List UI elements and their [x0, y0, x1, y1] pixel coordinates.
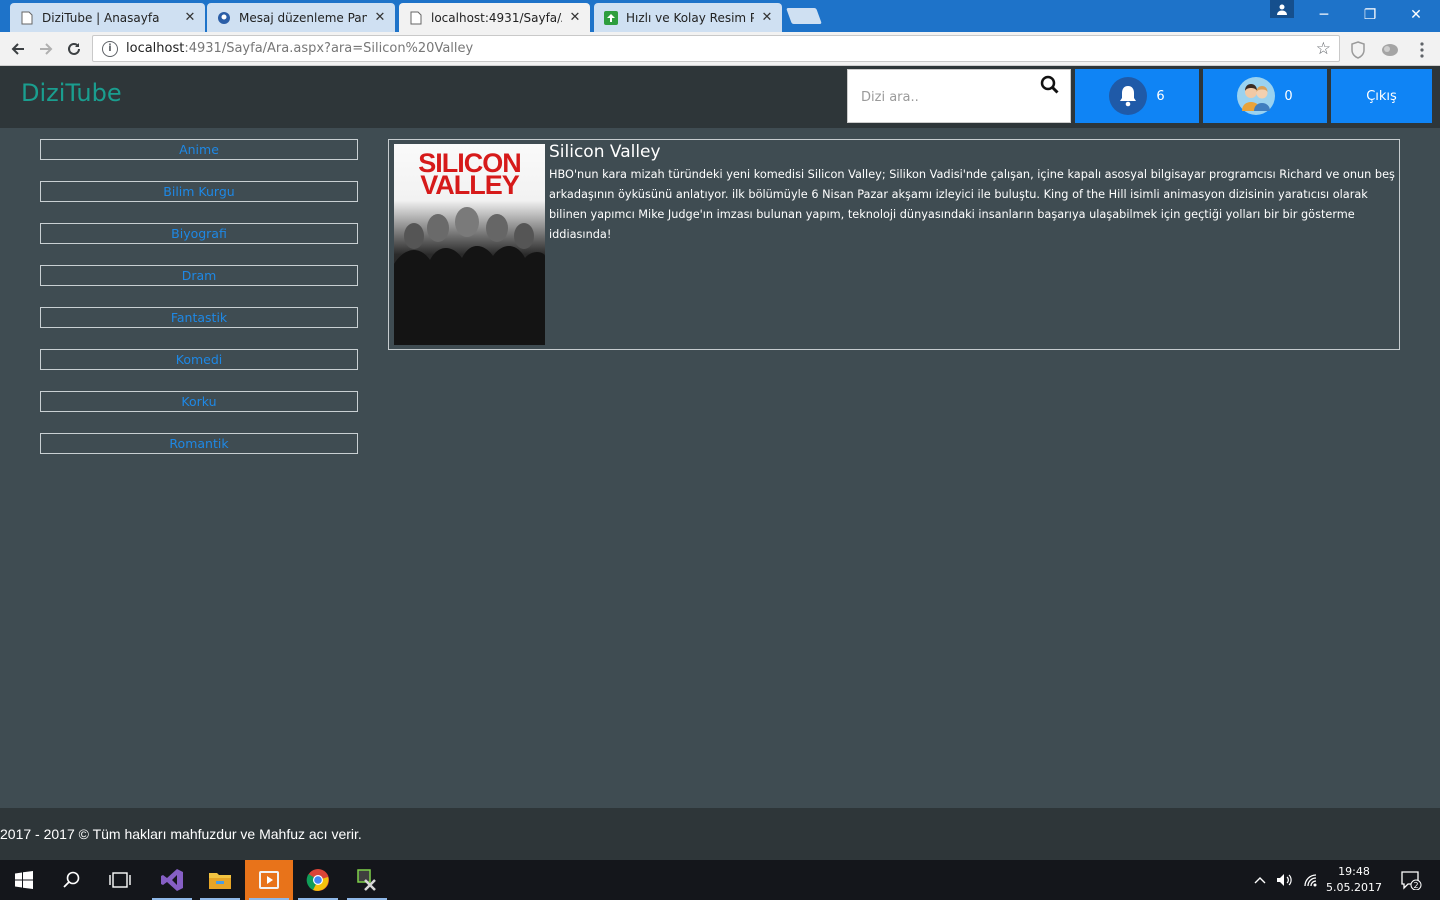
page-icon [20, 11, 34, 25]
visual-studio-icon[interactable] [148, 860, 196, 900]
tab-dizitube-home[interactable]: DiziTube | Anasayfa ✕ [10, 3, 205, 32]
result-description: HBO'nun kara mizah türündeki yeni komedi… [549, 168, 1395, 241]
tab-title: localhost:4931/Sayfa/Ara [431, 10, 562, 25]
clock-date: 5.05.2017 [1326, 881, 1382, 894]
chevron-up-icon[interactable] [1250, 860, 1270, 900]
url-host: localhost [126, 41, 185, 56]
shield-extension-icon[interactable] [1349, 41, 1367, 59]
category-bilim-kurgu[interactable]: Bilim Kurgu [40, 181, 358, 202]
tab-search-page[interactable]: localhost:4931/Sayfa/Ara ✕ [399, 3, 590, 32]
browser-toolbar: i localhost:4931/Sayfa/Ara.aspx?ara=Sili… [0, 32, 1440, 66]
bell-icon [1109, 77, 1148, 115]
messages-count: 0 [1284, 88, 1293, 104]
taskbar-clock[interactable]: 19:48 5.05.2017 [1324, 864, 1384, 896]
url-path: :4931/Sayfa/Ara.aspx?ara=Silicon%20Valle… [184, 41, 474, 56]
tab-title: DiziTube | Anasayfa [42, 10, 160, 25]
category-korku[interactable]: Korku [40, 391, 358, 412]
users-icon [1237, 77, 1276, 115]
network-icon[interactable] [1300, 860, 1322, 900]
site-footer: 2017 - 2017 © Tüm hakları mahfuzdur ve M… [0, 808, 1440, 860]
new-tab-button[interactable] [786, 8, 822, 24]
search-icon[interactable] [1039, 74, 1061, 96]
reload-icon[interactable] [62, 37, 86, 61]
action-center-icon[interactable]: 2 [1394, 860, 1428, 900]
bookmark-star-icon[interactable]: ☆ [1316, 39, 1331, 59]
clock-time: 19:48 [1338, 865, 1370, 878]
extension-icon[interactable] [1381, 41, 1399, 59]
volume-icon[interactable] [1274, 860, 1296, 900]
windows-start-icon[interactable] [0, 860, 48, 900]
task-view-icon[interactable] [96, 860, 144, 900]
search-input[interactable] [861, 87, 1031, 107]
profile-icon[interactable] [1270, 0, 1294, 18]
category-komedi[interactable]: Komedi [40, 349, 358, 370]
menu-dots-icon[interactable] [1413, 41, 1431, 59]
tab-title: Hızlı ve Kolay Resim Payl [626, 10, 754, 25]
back-icon[interactable] [6, 37, 30, 61]
tab-title: Mesaj düzenleme Paneli [239, 10, 367, 25]
media-player-icon[interactable] [245, 860, 293, 900]
category-biyografi[interactable]: Biyografi [40, 223, 358, 244]
search-result-card: SILICON VALLEY Silicon Valley HBO'nun ka… [388, 139, 1400, 350]
action-center-count: 2 [1413, 881, 1418, 890]
close-icon[interactable]: ✕ [373, 10, 387, 25]
category-dram[interactable]: Dram [40, 265, 358, 286]
cast-photo-illustration [394, 207, 545, 345]
forum-icon [217, 11, 231, 25]
close-icon[interactable]: ✕ [183, 10, 197, 25]
series-poster[interactable]: SILICON VALLEY [394, 144, 545, 345]
file-explorer-icon[interactable] [196, 860, 244, 900]
address-bar[interactable]: i localhost:4931/Sayfa/Ara.aspx?ara=Sili… [92, 35, 1340, 62]
close-window-button[interactable]: ✕ [1393, 0, 1439, 30]
upload-icon [604, 10, 618, 25]
dev-tools-icon[interactable] [343, 860, 391, 900]
search-box [847, 69, 1071, 123]
tab-image-share[interactable]: Hızlı ve Kolay Resim Payl ✕ [594, 3, 782, 32]
forward-icon[interactable] [34, 37, 58, 61]
category-anime[interactable]: Anime [40, 139, 358, 160]
category-romantik[interactable]: Romantik [40, 433, 358, 454]
restore-button[interactable]: ❐ [1347, 0, 1393, 30]
logout-button[interactable]: Çıkış [1331, 69, 1432, 123]
chrome-icon[interactable] [294, 860, 342, 900]
result-title[interactable]: Silicon Valley [549, 142, 661, 162]
site-logo[interactable]: DiziTube [21, 79, 122, 107]
messages-button[interactable]: 0 [1203, 69, 1327, 123]
category-fantastik[interactable]: Fantastik [40, 307, 358, 328]
footer-copyright: 2017 - 2017 © Tüm hakları mahfuzdur ve M… [0, 826, 362, 842]
search-icon[interactable] [48, 860, 96, 900]
windows-taskbar: 19:48 5.05.2017 2 [0, 860, 1440, 900]
info-icon[interactable]: i [102, 40, 118, 57]
notifications-button[interactable]: 6 [1075, 69, 1199, 123]
page-icon [409, 11, 423, 25]
site-header: DiziTube 6 0 Çıkış [0, 66, 1440, 128]
minimize-button[interactable]: ─ [1301, 0, 1347, 30]
close-icon[interactable]: ✕ [568, 10, 582, 25]
tab-message-panel[interactable]: Mesaj düzenleme Paneli ✕ [207, 3, 395, 32]
browser-tab-strip: DiziTube | Anasayfa ✕ Mesaj düzenleme Pa… [0, 0, 1440, 32]
notifications-count: 6 [1156, 88, 1165, 104]
close-icon[interactable]: ✕ [760, 10, 774, 25]
